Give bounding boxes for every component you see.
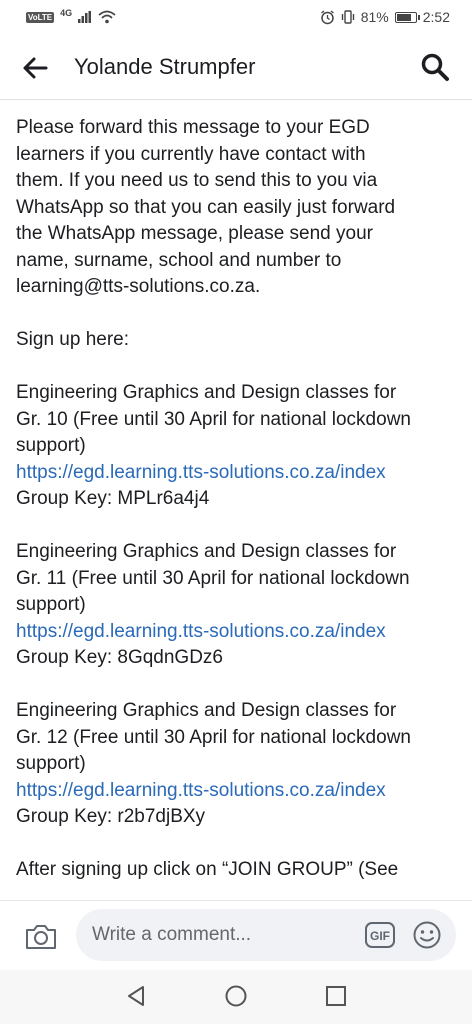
intro-line: learners if you currently have contact w… [16,143,366,165]
comment-placeholder: Write a comment... [92,924,252,945]
status-right: 81% 2:52 [320,9,450,25]
nav-home-icon[interactable] [224,984,248,1008]
battery-fill [396,13,411,21]
volte-badge: VoLTE [26,11,55,23]
app-header: Yolande Strumpfer [0,34,472,100]
back-arrow-icon[interactable] [22,56,48,80]
system-nav-bar [0,970,472,1024]
post-intro: Please forward this message to your EGD … [16,115,458,301]
page-title: Yolande Strumpfer [74,54,256,79]
class-block-gr10: Engineering Graphics and Design classes … [16,380,458,513]
search-icon[interactable] [420,52,450,82]
class-title-line: Engineering Graphics and Design classes … [16,382,397,403]
emoji-icon[interactable] [412,920,442,950]
status-bar: VoLTE 4G 81% 2:52 [0,0,472,34]
class-support-line: support) [16,435,86,456]
nav-back-icon[interactable] [124,984,148,1008]
comment-bar: Write a comment... [0,900,472,970]
nav-recents-icon[interactable] [325,985,347,1007]
intro-line: WhatsApp so that you can easily just for… [16,196,396,218]
class-link[interactable]: https://egd.learning.tts-solutions.co.za… [16,460,458,487]
post-after-text: After signing up click on “JOIN GROUP” (… [16,857,458,884]
intro-line: learning@tts-solutions.co.za. [16,276,261,297]
class-link[interactable]: https://egd.learning.tts-solutions.co.za… [16,778,458,805]
intro-line: the WhatsApp message, please send your [16,223,373,244]
battery-icon [394,11,420,23]
class-support-line: support) [16,594,86,615]
gif-label: GIF [370,929,390,943]
class-grade-line: Gr. 12 (Free until 30 April for national… [16,726,411,748]
status-left: VoLTE 4G [26,7,116,24]
network-type: 4G [60,7,73,18]
comment-input[interactable]: Write a comment... [76,909,456,961]
battery-percent: 81% [360,9,389,25]
signal-icon [78,11,92,23]
class-grade-line: Gr. 11 (Free until 30 April for national… [16,567,410,589]
clock: 2:52 [422,9,450,25]
group-key: Group Key: MPLr6a4j4 [16,488,210,509]
sign-up-text: Sign up here: [16,329,130,350]
group-key: Group Key: 8GqdnGDz6 [16,647,223,668]
intro-line: name, surname, school and number to [16,249,342,271]
class-block-gr11: Engineering Graphics and Design classes … [16,539,458,672]
class-support-line: support) [16,753,86,774]
class-link[interactable]: https://egd.learning.tts-solutions.co.za… [16,619,458,646]
after-signup-line: After signing up click on “JOIN GROUP” (… [16,859,399,880]
class-block-gr12: Engineering Graphics and Design classes … [16,698,458,831]
camera-icon[interactable] [24,921,58,951]
class-title-line: Engineering Graphics and Design classes … [16,541,397,562]
group-key: Group Key: r2b7djBXy [16,806,206,827]
vibrate-icon [341,10,354,24]
post-content: Please forward this message to your EGD … [0,101,472,897]
gif-icon[interactable]: GIF [364,921,396,949]
class-grade-line: Gr. 10 (Free until 30 April for national… [16,408,411,430]
class-title-line: Engineering Graphics and Design classes … [16,700,397,721]
intro-line: them. If you need us to send this to you… [16,170,378,191]
sign-up-heading: Sign up here: [16,327,458,354]
wifi-icon [98,10,116,24]
intro-line: Please forward this message to your EGD [16,117,370,138]
alarm-icon [320,9,334,24]
